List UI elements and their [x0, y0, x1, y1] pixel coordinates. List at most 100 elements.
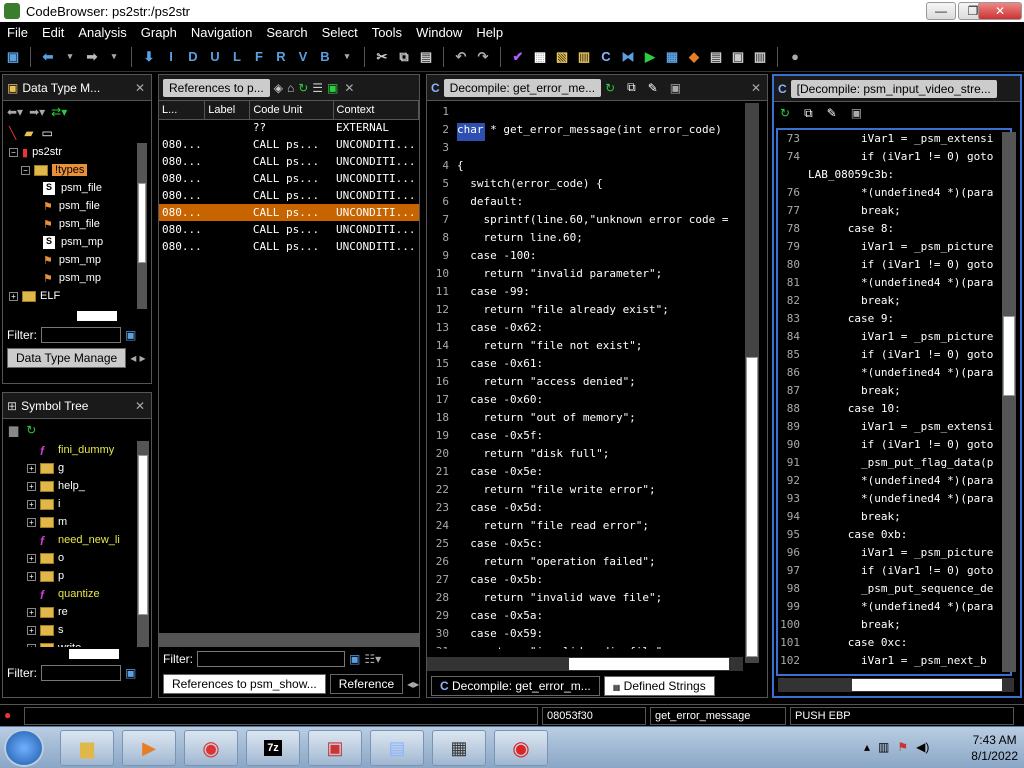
minimize-button[interactable]: —	[926, 2, 956, 20]
next-value-button[interactable]: V	[294, 48, 312, 66]
next-label-button[interactable]: L	[228, 48, 246, 66]
code-line[interactable]: 82 break;	[778, 294, 1010, 312]
code-line[interactable]: 23 case -0x5d:	[427, 501, 767, 519]
code-line[interactable]: 93 *(undefined4 *)(para	[778, 492, 1010, 510]
code-line[interactable]: 12 return "file already exist";	[427, 303, 767, 321]
code-line[interactable]: 30 case -0x59:	[427, 627, 767, 645]
archive-icon[interactable]: ▰	[24, 126, 33, 140]
bookmark-dropdown-icon[interactable]: ▾	[338, 48, 356, 66]
menu-help[interactable]: Help	[469, 25, 510, 40]
next-undefined-button[interactable]: U	[206, 48, 224, 66]
symbol-tree-item[interactable]: +write_	[27, 639, 151, 647]
help-bubble-icon[interactable]: ●	[786, 48, 804, 66]
reference-row[interactable]: ?? EXTERNAL	[159, 119, 419, 136]
code-line[interactable]: 90 if (iVar1 != 0) goto	[778, 438, 1010, 456]
code-line[interactable]: 83 case 9:	[778, 312, 1010, 330]
references-hscroll[interactable]	[159, 633, 419, 647]
reference-row[interactable]: 080... CALL ps... UNCONDITI...	[159, 221, 419, 238]
close-panel-icon[interactable]: ✕	[344, 81, 354, 95]
code-line[interactable]: 15 case -0x61:	[427, 357, 767, 375]
decompile-code[interactable]: 1 2 char * get_error_message(int error_cod…	[427, 101, 767, 649]
tab-references[interactable]: Reference	[329, 674, 404, 694]
code-line[interactable]: 16 return "access denied";	[427, 375, 767, 393]
forward-arrow-icon[interactable]: ➡	[83, 48, 101, 66]
symbol-tree-item[interactable]: + m	[27, 513, 151, 531]
code-line[interactable]: 11 case -99:	[427, 285, 767, 303]
taskbar-7zip[interactable]: 7z	[246, 730, 300, 766]
close-panel-icon[interactable]: ✕	[751, 81, 761, 95]
code-line[interactable]: 29 case -0x5a:	[427, 609, 767, 627]
code-line[interactable]: 79 iVar1 = _psm_picture	[778, 240, 1010, 258]
menu-tools[interactable]: Tools	[365, 25, 409, 40]
code-line[interactable]: 18 return "out of memory";	[427, 411, 767, 429]
edit-icon[interactable]: ✎	[648, 81, 658, 95]
listing-icon[interactable]: ▥	[751, 48, 769, 66]
code-line[interactable]: 4{	[427, 159, 767, 177]
code-line[interactable]: 94 break;	[778, 510, 1010, 528]
code-line[interactable]: 92 *(undefined4 *)(para	[778, 474, 1010, 492]
reference-row[interactable]: 080... CALL ps... UNCONDITI...	[159, 170, 419, 187]
dtm-tree-item[interactable]: ⚑ psm_mp	[9, 269, 151, 287]
code-line[interactable]: 80 if (iVar1 != 0) goto	[778, 258, 1010, 276]
code-line[interactable]: 9 case -100:	[427, 249, 767, 267]
symbol-tree-item[interactable]: + re	[27, 603, 151, 621]
close-panel-icon[interactable]: ✕	[135, 399, 145, 413]
taskbar-notepad[interactable]: ▤	[370, 730, 424, 766]
code-line[interactable]: 31 return "invalid audio file";	[427, 645, 767, 649]
check-icon[interactable]: ✔	[509, 48, 527, 66]
code-line[interactable]: 85 if (iVar1 != 0) goto	[778, 348, 1010, 366]
back-arrow-icon[interactable]: ⬅▾	[7, 105, 23, 119]
reference-row[interactable]: 080... CALL ps... UNCONDITI...	[159, 153, 419, 170]
home-icon[interactable]: ⌂	[287, 81, 294, 95]
dtm-tree-item[interactable]: Spsm_mp	[9, 233, 151, 251]
symbol-tree-item[interactable]: + help_	[27, 477, 151, 495]
decompile-second-code[interactable]: 73 iVar1 = _psm_extensi 74 if (iVar1 != 0…	[778, 130, 1010, 672]
clear-icon[interactable]: ✂	[373, 48, 391, 66]
code-line[interactable]: 98 _psm_put_sequence_de	[778, 582, 1010, 600]
code-line[interactable]: 74 if (iVar1 != 0) goto	[778, 150, 1010, 168]
next-instruction-button[interactable]: I	[162, 48, 180, 66]
col-label[interactable]: Label	[204, 101, 251, 120]
code-line[interactable]: 14 return "file not exist";	[427, 339, 767, 357]
filter-options-icon[interactable]: ▣	[125, 666, 136, 680]
navigate-down-icon[interactable]: ⬇	[140, 48, 158, 66]
code-line[interactable]: 2 char * get_error_message(int error_code…	[427, 123, 767, 141]
taskbar-ghidra[interactable]: ◉	[494, 730, 548, 766]
next-ref-button[interactable]: R	[272, 48, 290, 66]
menu-graph[interactable]: Graph	[134, 25, 184, 40]
start-button[interactable]	[4, 729, 44, 767]
action-center-icon[interactable]: ⚑	[897, 740, 908, 754]
code-line[interactable]: 5 switch(error_code) {	[427, 177, 767, 195]
code-line[interactable]: 84 iVar1 = _psm_picture	[778, 330, 1010, 348]
code-line[interactable]: 20 return "disk full";	[427, 447, 767, 465]
code-line[interactable]: 89 iVar1 = _psm_extensi	[778, 420, 1010, 438]
menu-icon[interactable]: ▭	[41, 126, 52, 140]
copy-icon[interactable]: ⧉	[804, 106, 813, 121]
code-line[interactable]: 97 if (iVar1 != 0) goto	[778, 564, 1010, 582]
script-manager-icon[interactable]: ▦	[663, 48, 681, 66]
symbol-tree-item[interactable]: + i	[27, 495, 151, 513]
snapshot-icon[interactable]: ▣	[670, 81, 681, 95]
back-arrow-icon[interactable]: ⬅	[39, 48, 57, 66]
symbol-table-icon[interactable]: ◆	[685, 48, 703, 66]
code-line[interactable]: 77 break;	[778, 204, 1010, 222]
code-line[interactable]: 101 case 0xc:	[778, 636, 1010, 654]
col-code-unit[interactable]: Code Unit	[249, 101, 334, 120]
system-clock[interactable]: 7:43 AM 8/1/2022	[971, 732, 1018, 764]
taskbar-media[interactable]: ▶	[122, 730, 176, 766]
code-line[interactable]: 24 return "file read error";	[427, 519, 767, 537]
code-line[interactable]: 91 _psm_put_flag_data(p	[778, 456, 1010, 474]
menu-analysis[interactable]: Analysis	[71, 25, 133, 40]
copy-icon[interactable]: ⧉	[395, 48, 413, 66]
code-line[interactable]: 86 *(undefined4 *)(para	[778, 366, 1010, 384]
volume-icon[interactable]: ◀)	[916, 740, 929, 754]
create-namespace-icon[interactable]: ▆	[9, 423, 18, 437]
dtm-hscroll[interactable]	[9, 309, 145, 323]
data-types-icon[interactable]: ▤	[707, 48, 725, 66]
decompiler-icon[interactable]: C	[597, 48, 615, 66]
memory-map-icon[interactable]: ▧	[553, 48, 571, 66]
code-line[interactable]: 17 case -0x60:	[427, 393, 767, 411]
symbol-filter-input[interactable]	[41, 665, 121, 681]
function-call-icon[interactable]: ▣	[729, 48, 747, 66]
menu-search[interactable]: Search	[259, 25, 314, 40]
